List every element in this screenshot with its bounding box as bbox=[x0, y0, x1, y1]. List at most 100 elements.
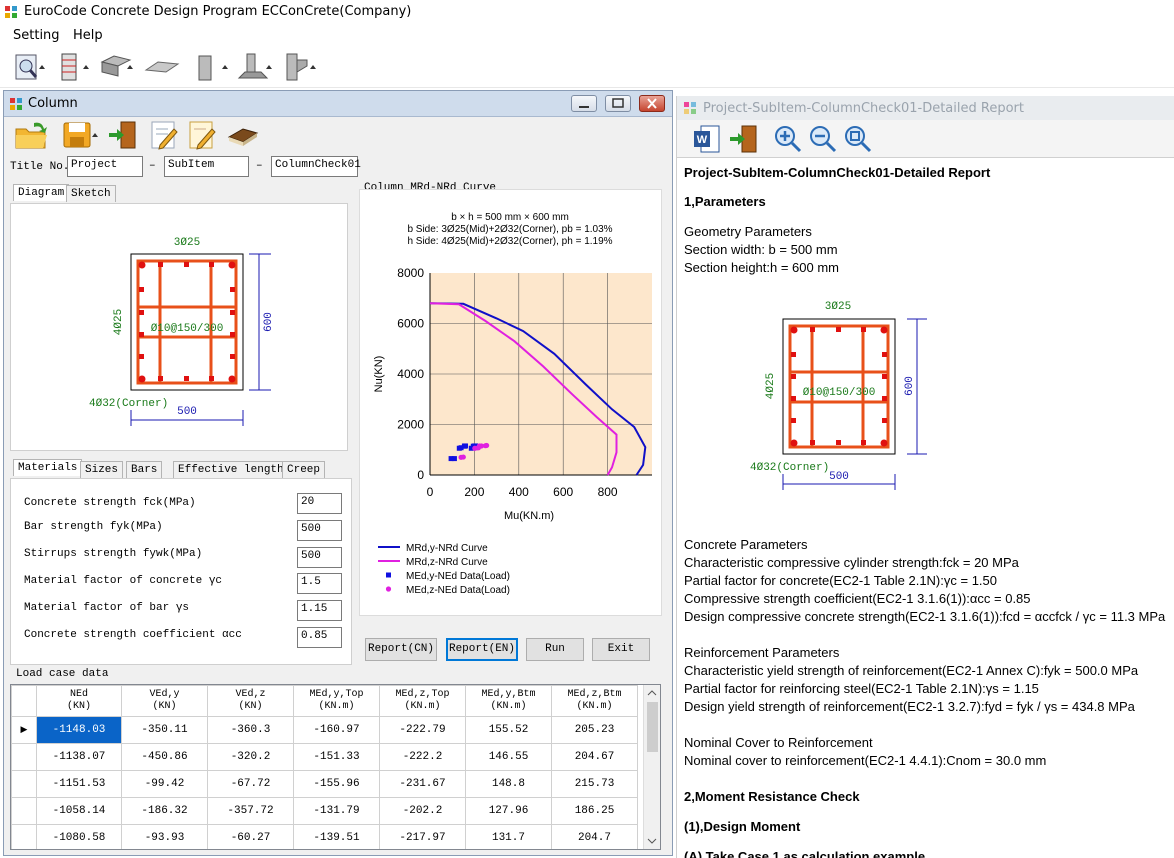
bar-factor-input[interactable]: 1.15 bbox=[297, 600, 342, 621]
open-folder-icon[interactable] bbox=[14, 119, 52, 151]
table-cell[interactable]: -1080.58 bbox=[36, 824, 122, 849]
exit-door-icon[interactable] bbox=[729, 124, 759, 154]
zoom-fit-icon[interactable] bbox=[843, 124, 873, 154]
table-cell[interactable]: -160.97 bbox=[293, 716, 380, 744]
table-cell[interactable]: -1151.53 bbox=[36, 770, 122, 798]
table-cell[interactable]: -60.27 bbox=[207, 824, 294, 849]
save-icon[interactable] bbox=[60, 119, 104, 151]
table-row[interactable]: -1080.58 -93.93 -60.27 -139.51 -217.97 131.7 2… bbox=[11, 824, 638, 849]
corbel-icon[interactable] bbox=[283, 52, 319, 82]
column-header[interactable]: VEd,y (KN) bbox=[121, 685, 208, 717]
word-export-icon[interactable]: W bbox=[693, 124, 721, 154]
table-cell[interactable]: -202.2 bbox=[379, 797, 466, 825]
tab-diagram[interactable]: Diagram bbox=[13, 184, 70, 201]
beam-icon[interactable] bbox=[56, 52, 92, 82]
table-cell[interactable]: -1138.07 bbox=[36, 743, 122, 771]
table-cell[interactable]: -222.2 bbox=[379, 743, 466, 771]
close-button[interactable] bbox=[639, 95, 665, 112]
report-cn-button[interactable]: Report(CN) bbox=[365, 638, 437, 661]
row-header[interactable] bbox=[11, 770, 37, 798]
table-cell[interactable]: 205.23 bbox=[551, 716, 638, 744]
table-cell[interactable]: 215.73 bbox=[551, 770, 638, 798]
tab-sizes[interactable]: Sizes bbox=[80, 461, 124, 478]
tab-materials[interactable]: Materials bbox=[13, 459, 83, 476]
table-row[interactable]: -1138.07 -450.86 -320.2 -151.33 -222.2 146.55… bbox=[11, 743, 638, 771]
table-cell[interactable]: -450.86 bbox=[121, 743, 208, 771]
stirrups-strength-input[interactable]: 500 bbox=[297, 547, 342, 568]
table-cell[interactable]: -1148.03 bbox=[36, 716, 122, 744]
table-cell[interactable]: -217.97 bbox=[379, 824, 466, 849]
zoom-in-icon[interactable] bbox=[773, 124, 803, 154]
tab-bars[interactable]: Bars bbox=[126, 461, 163, 478]
strength-coefficient-input[interactable]: 0.85 bbox=[297, 627, 342, 648]
table-cell[interactable]: 155.52 bbox=[465, 716, 552, 744]
row-header[interactable] bbox=[11, 797, 37, 825]
column-header[interactable]: MEd,y,Top (KN.m) bbox=[293, 685, 380, 717]
table-cell[interactable]: -222.79 bbox=[379, 716, 466, 744]
table-cell[interactable]: 127.96 bbox=[465, 797, 552, 825]
exit-door-icon[interactable] bbox=[107, 119, 139, 151]
row-header[interactable] bbox=[11, 743, 37, 771]
zoom-out-icon[interactable] bbox=[808, 124, 838, 154]
main-toolbar bbox=[0, 46, 1174, 88]
slab-icon[interactable] bbox=[100, 52, 136, 82]
table-cell[interactable]: 186.25 bbox=[551, 797, 638, 825]
check-name-field[interactable]: ColumnCheck01 bbox=[271, 156, 361, 177]
menu-help[interactable]: Help bbox=[73, 28, 103, 43]
concrete-strength-input[interactable]: 20 bbox=[297, 493, 342, 514]
edit-note-icon[interactable] bbox=[148, 119, 180, 151]
table-row[interactable]: -1151.53 -99.42 -67.72 -155.96 -231.67 148.8 2… bbox=[11, 770, 638, 798]
table-cell[interactable]: -99.42 bbox=[121, 770, 208, 798]
table-cell[interactable]: -155.96 bbox=[293, 770, 380, 798]
restore-button[interactable] bbox=[605, 95, 631, 112]
x-tick-label: 400 bbox=[509, 485, 529, 499]
table-cell[interactable]: 148.8 bbox=[465, 770, 552, 798]
row-header[interactable]: ▶ bbox=[11, 716, 37, 744]
edit-report-icon[interactable] bbox=[186, 119, 218, 151]
footing-icon[interactable] bbox=[237, 52, 273, 82]
concrete-factor-input[interactable]: 1.5 bbox=[297, 573, 342, 594]
table-cell[interactable]: -93.93 bbox=[121, 824, 208, 849]
table-cell[interactable]: -320.2 bbox=[207, 743, 294, 771]
table-cell[interactable]: -139.51 bbox=[293, 824, 380, 849]
report-en-button[interactable]: Report(EN) bbox=[446, 638, 518, 661]
table-cell[interactable]: -186.32 bbox=[121, 797, 208, 825]
column-icon[interactable] bbox=[195, 52, 231, 82]
column-header[interactable]: MEd,y,Btm (KN.m) bbox=[465, 685, 552, 717]
preview-icon[interactable] bbox=[12, 52, 48, 82]
tab-effective-length[interactable]: Effective length bbox=[173, 461, 289, 478]
table-cell[interactable]: -357.72 bbox=[207, 797, 294, 825]
project-field[interactable]: Project bbox=[67, 156, 143, 177]
bar-strength-input[interactable]: 500 bbox=[297, 520, 342, 541]
minimize-button[interactable] bbox=[571, 95, 597, 112]
table-cell[interactable]: -350.11 bbox=[121, 716, 208, 744]
table-row[interactable]: -1058.14 -186.32 -357.72 -131.79 -202.2 127.9… bbox=[11, 797, 638, 825]
table-cell[interactable]: 146.55 bbox=[465, 743, 552, 771]
column-header[interactable]: MEd,z,Btm (KN.m) bbox=[551, 685, 638, 717]
table-cell[interactable]: 131.7 bbox=[465, 824, 552, 849]
table-cell[interactable]: -1058.14 bbox=[36, 797, 122, 825]
tab-sketch[interactable]: Sketch bbox=[66, 185, 116, 202]
run-button[interactable]: Run bbox=[526, 638, 584, 661]
plate-icon[interactable] bbox=[144, 52, 180, 82]
table-cell[interactable]: -67.72 bbox=[207, 770, 294, 798]
grid-scrollbar[interactable] bbox=[643, 685, 660, 849]
table-cell[interactable]: -151.33 bbox=[293, 743, 380, 771]
corner-bars-label: 4Ø32(Corner) bbox=[89, 398, 168, 410]
column-header[interactable]: MEd,z,Top (KN.m) bbox=[379, 685, 466, 717]
table-cell[interactable]: 204.67 bbox=[551, 743, 638, 771]
table-cell[interactable]: -231.67 bbox=[379, 770, 466, 798]
subitem-field[interactable]: SubItem bbox=[164, 156, 249, 177]
row-header-corner bbox=[11, 685, 37, 717]
menu-setting[interactable]: Setting bbox=[13, 28, 60, 43]
table-cell[interactable]: -360.3 bbox=[207, 716, 294, 744]
table-cell[interactable]: 204.7 bbox=[551, 824, 638, 849]
book-icon[interactable] bbox=[226, 119, 260, 151]
table-row[interactable]: ▶ -1148.03 -350.11 -360.3 -160.97 -222.79 155.… bbox=[11, 716, 638, 744]
table-cell[interactable]: -131.79 bbox=[293, 797, 380, 825]
column-header[interactable]: VEd,z (KN) bbox=[207, 685, 294, 717]
exit-button[interactable]: Exit bbox=[592, 638, 650, 661]
row-header[interactable] bbox=[11, 824, 37, 849]
tab-creep[interactable]: Creep bbox=[282, 461, 326, 478]
column-header[interactable]: NEd (KN) bbox=[36, 685, 122, 717]
